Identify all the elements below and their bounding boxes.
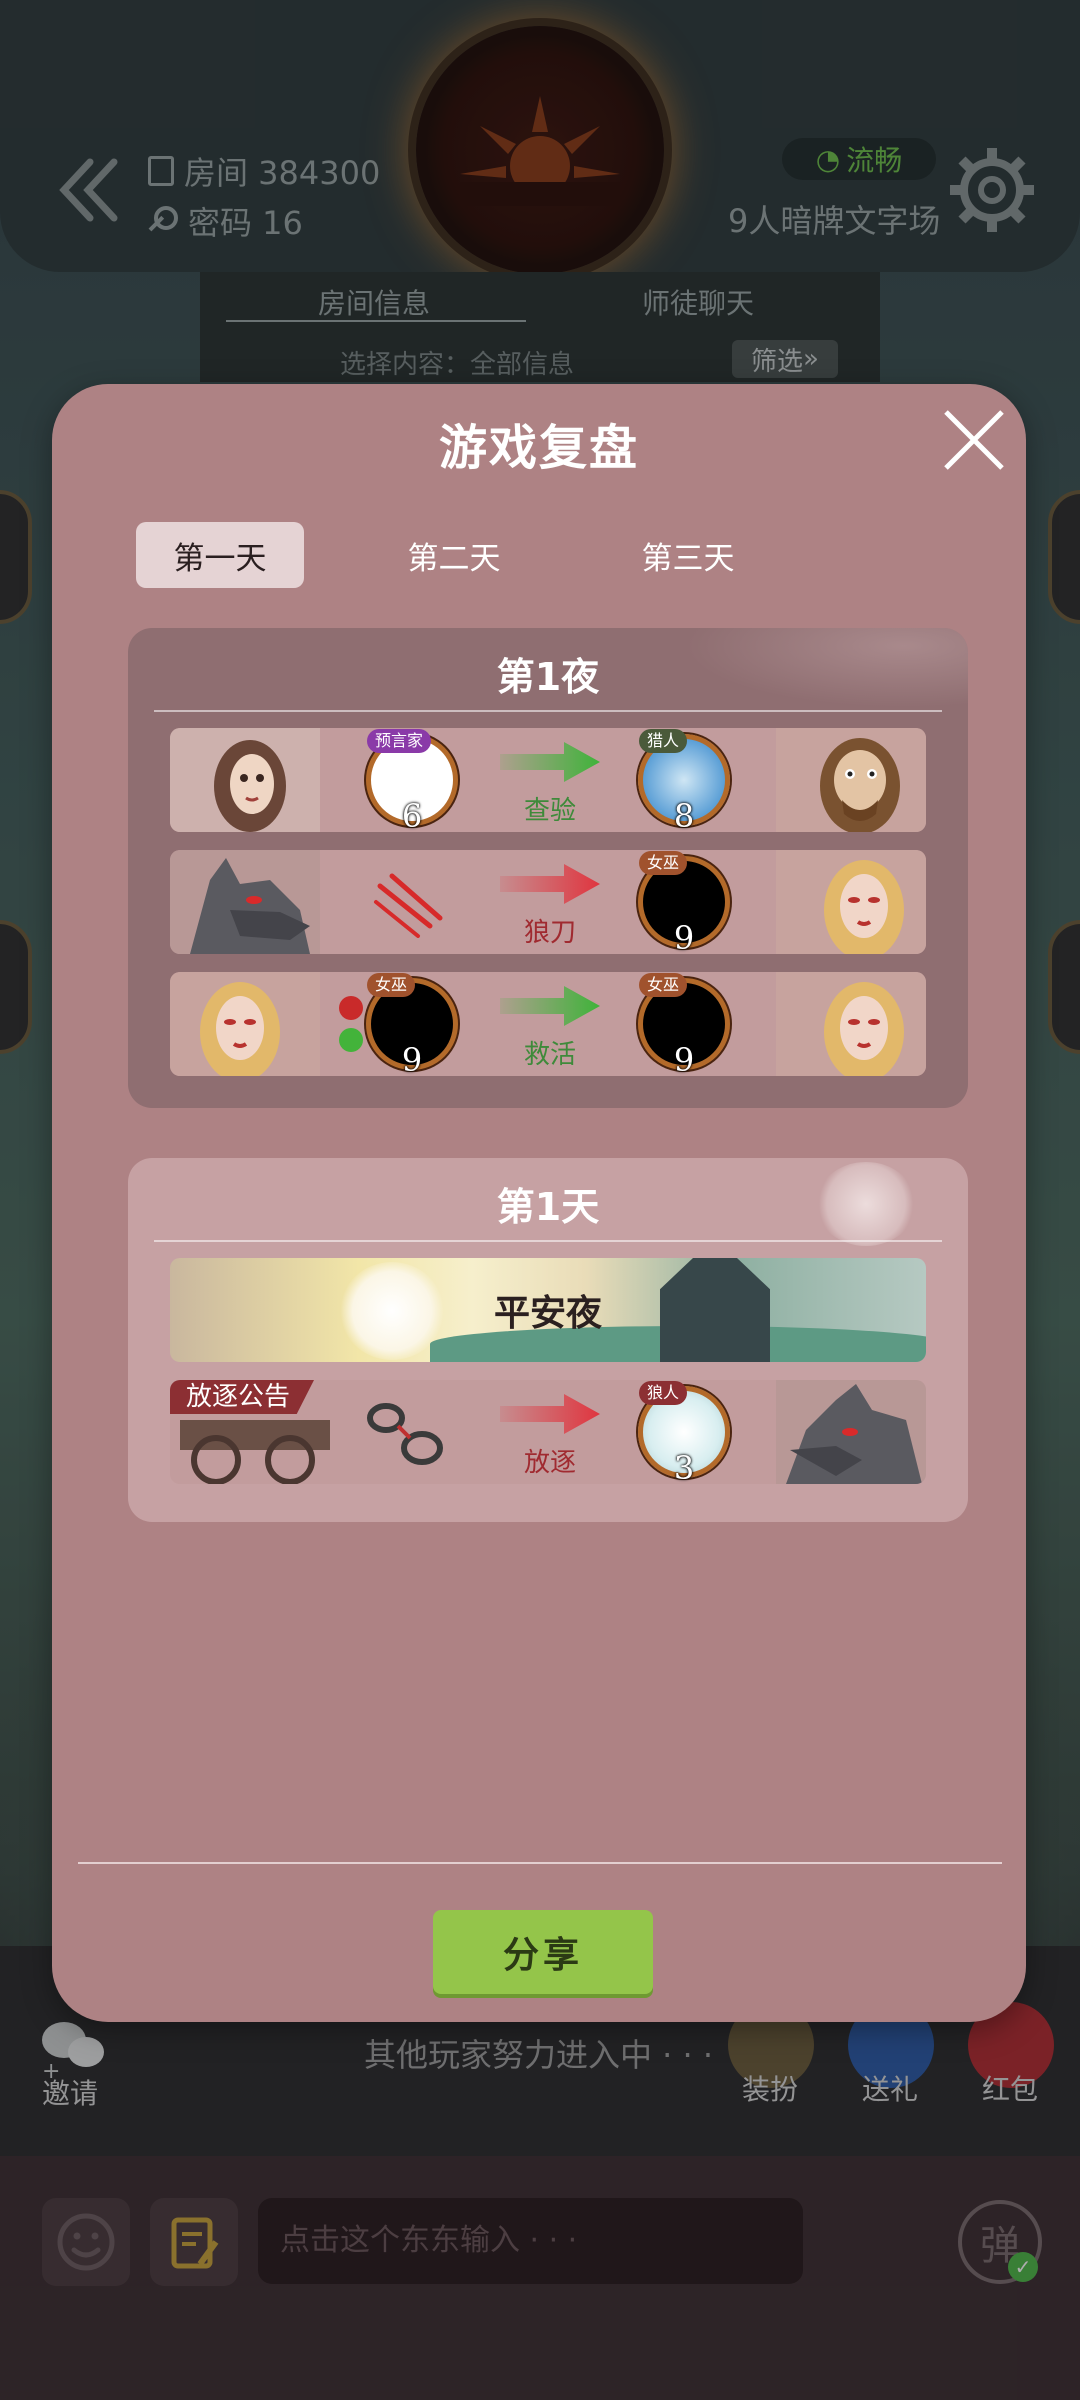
role-badge: 猎人: [639, 729, 688, 753]
player-avatar[interactable]: 女巫 9: [638, 851, 730, 954]
tab-day-2[interactable]: 第二天: [370, 522, 538, 588]
day-title: 第1天: [496, 1185, 600, 1229]
tab-day-1[interactable]: 第一天: [136, 522, 304, 588]
action-label: 救活: [523, 1040, 576, 1070]
action-arrow: 救活: [500, 986, 600, 1071]
game-review-modal: 游戏复盘 第一天 第二天 第三天 第1夜 预言家 6 查验 猎人 8 狼刀 女巫…: [52, 384, 1026, 2022]
action-arrow: 放逐: [500, 1394, 600, 1479]
player-avatar[interactable]: 女巫 9: [366, 973, 458, 1076]
green-arrow-icon: [500, 742, 600, 782]
player-number: 9: [673, 919, 695, 954]
modal-divider: [78, 1862, 1002, 1864]
role-badge: 女巫: [639, 851, 688, 875]
action-arrow: 狼刀: [500, 864, 600, 949]
section-divider: [154, 1240, 942, 1242]
werewolf-portrait-icon: [170, 850, 320, 954]
night-title: 第1夜: [496, 655, 600, 699]
role-badge: 女巫: [367, 973, 416, 997]
player-avatar[interactable]: 女巫 9: [638, 973, 730, 1076]
seer-portrait-icon: [170, 728, 320, 832]
player-number: 8: [673, 797, 695, 832]
role-badge: 狼人: [639, 1381, 688, 1405]
red-arrow-icon: [500, 864, 600, 904]
player-avatar[interactable]: 狼人 3: [638, 1381, 730, 1484]
witch-portrait-icon: [170, 972, 320, 1076]
action-label: 查验: [523, 796, 576, 826]
close-icon[interactable]: [938, 404, 1010, 476]
peaceful-night-text: 平安夜: [493, 1293, 602, 1334]
player-number: 9: [673, 1041, 695, 1076]
tab-day-3[interactable]: 第三天: [604, 522, 772, 588]
witch-portrait-icon: [776, 972, 926, 1076]
witch-portrait-icon: [776, 850, 926, 954]
action-label: 放逐: [523, 1448, 576, 1478]
player-number: 6: [401, 797, 423, 832]
share-button[interactable]: 分享: [433, 1910, 653, 1994]
action-row-check: 预言家 6 查验 猎人 8: [170, 728, 926, 832]
red-arrow-icon: [500, 1394, 600, 1434]
player-avatar[interactable]: 预言家 6: [366, 729, 458, 832]
claw-mark-icon: [374, 873, 443, 938]
handcuffs-icon: [367, 1403, 443, 1465]
werewolf-portrait-icon: [776, 1380, 926, 1484]
role-badge: 女巫: [639, 973, 688, 997]
modal-title: 游戏复盘: [438, 420, 639, 476]
night-section: 第1夜 预言家 6 查验 猎人 8 狼刀 女巫 9 女巫 9 救活 女巫 9: [128, 628, 968, 1108]
green-arrow-icon: [500, 986, 600, 1026]
potion-icon: [339, 996, 363, 1052]
player-number: 9: [401, 1041, 423, 1076]
action-arrow: 查验: [500, 742, 600, 827]
player-avatar[interactable]: 猎人 8: [638, 729, 730, 832]
action-row-wolf-kill: 狼刀 女巫 9: [170, 850, 926, 954]
action-row-revive: 女巫 9 救活 女巫 9: [170, 972, 926, 1076]
banish-announcement-tag: 放逐公告: [170, 1380, 315, 1414]
hunter-portrait-icon: [776, 728, 926, 832]
section-divider: [154, 710, 942, 712]
peaceful-night-row: 平安夜: [170, 1258, 926, 1362]
action-label: 狼刀: [523, 918, 576, 948]
player-number: 3: [673, 1449, 695, 1484]
role-badge: 预言家: [367, 729, 432, 753]
day-section: 第1天 平安夜 放逐公告 放逐 狼人 3: [128, 1158, 968, 1522]
banish-row: 放逐公告 放逐 狼人 3: [170, 1380, 926, 1484]
